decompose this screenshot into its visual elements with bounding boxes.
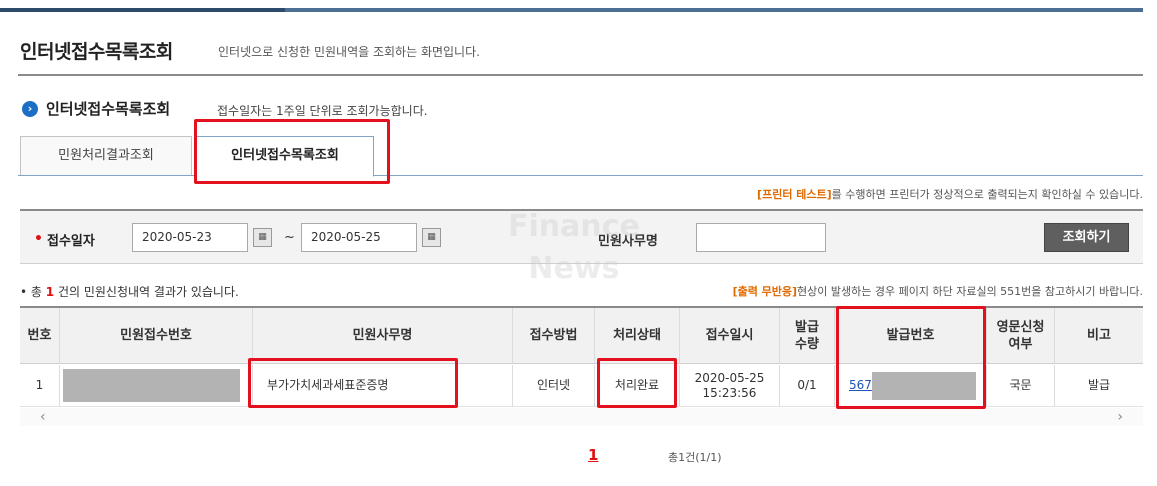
circle-arrow-icon: › [22, 101, 38, 117]
header-datetime: 접수일시 [680, 308, 780, 364]
top-accent-bar [0, 8, 1143, 12]
cell-issue-no: 567 [835, 365, 987, 407]
printer-test-link[interactable]: [프린터 테스트] [757, 188, 832, 201]
result-count-prefix: • 총 [20, 285, 42, 299]
print-issue-text: 현상이 발생하는 경우 페이지 하단 자료실의 551번을 참고하시기 바랍니다… [797, 285, 1143, 298]
tab-result-inquiry[interactable]: 민원처리결과조회 [20, 136, 192, 176]
header-status: 처리상태 [595, 308, 680, 364]
header-no: 번호 [20, 308, 60, 364]
pagination-total: 총1건(1/1) [668, 451, 722, 464]
printer-test-note: [프린터 테스트]를 수행하면 프린터가 정상적으로 출력되는지 확인하실 수 … [757, 186, 1143, 202]
result-table: 번호 민원접수번호 민원사무명 접수방법 처리상태 접수일시 발급 수량 발급번… [20, 306, 1143, 426]
date-range-separator: ~ [284, 230, 295, 245]
section-description: 접수일자는 1주일 단위로 조회가능합니다. [217, 104, 428, 118]
cell-datetime: 2020-05-25 15:23:56 [680, 365, 780, 407]
header-method: 접수방법 [513, 308, 595, 364]
header-service-name: 민원사무명 [253, 308, 513, 364]
date-to-input[interactable]: 2020-05-25 [301, 223, 417, 252]
issue-number-link[interactable]: 567 [849, 378, 872, 393]
cell-service-name: 부가가치세과세표준증명 [253, 365, 513, 407]
redacted-block [63, 369, 240, 402]
cell-status: 처리완료 [595, 365, 680, 407]
header-english-line1: 영문신청 [996, 319, 1045, 335]
cell-no: 1 [20, 365, 60, 407]
cell-time: 15:23:56 [702, 385, 757, 400]
header-receipt-no: 민원접수번호 [60, 308, 253, 364]
scroll-left-icon[interactable]: ‹ [40, 408, 46, 426]
top-accent-bar-dark [0, 8, 285, 12]
header-issue-no: 발급번호 [835, 308, 987, 364]
section-title: 인터넷접수목록조회 [46, 100, 171, 118]
title-divider [18, 74, 1143, 76]
header-english-line2: 여부 [1008, 336, 1033, 352]
result-count: • 총 1 건의 민원신청내역 결과가 있습니다. [20, 283, 239, 300]
cell-language: 국문 [987, 365, 1055, 407]
result-count-suffix: 건의 민원신청내역 결과가 있습니다. [57, 285, 239, 299]
cell-date: 2020-05-25 [694, 370, 765, 385]
page-title: 인터넷접수목록조회 [20, 41, 173, 63]
tab-underline [18, 175, 1143, 176]
print-issue-link[interactable]: [출력 무반응] [733, 285, 797, 298]
calendar-icon[interactable]: ▦ [422, 228, 441, 247]
search-panel: • 접수일자 2020-05-23 ▦ ~ 2020-05-25 ▦ 민원사무명… [20, 209, 1143, 264]
header-english: 영문신청 여부 [987, 308, 1055, 364]
page-description: 인터넷으로 신청한 민원내역을 조회하는 화면입니다. [218, 45, 480, 59]
horizontal-scrollbar[interactable]: ‹ › [20, 408, 1143, 426]
header-quantity-line1: 발급 [795, 319, 819, 335]
redacted-block [872, 372, 976, 400]
service-name-label: 민원사무명 [598, 234, 658, 249]
header-note: 비고 [1055, 308, 1143, 364]
pagination-current[interactable]: 1 [588, 446, 598, 464]
tab-internet-receipt-list[interactable]: 인터넷접수목록조회 [196, 136, 374, 177]
service-name-input[interactable] [696, 223, 826, 252]
cell-method: 인터넷 [513, 365, 595, 407]
cell-quantity: 0/1 [780, 365, 835, 407]
print-issue-note: [출력 무반응]현상이 발생하는 경우 페이지 하단 자료실의 551번을 참고… [733, 283, 1143, 299]
calendar-icon[interactable]: ▦ [253, 228, 272, 247]
header-quantity-line2: 수량 [795, 336, 819, 352]
cell-receipt-no [60, 365, 253, 407]
search-button[interactable]: 조회하기 [1044, 223, 1129, 252]
result-count-number: 1 [45, 285, 55, 299]
printer-test-text: 를 수행하면 프린터가 정상적으로 출력되는지 확인하실 수 있습니다. [831, 188, 1143, 201]
scroll-right-icon[interactable]: › [1117, 408, 1123, 426]
date-label: 접수일자 [47, 234, 95, 249]
required-marker: • [34, 231, 43, 247]
date-from-input[interactable]: 2020-05-23 [132, 223, 248, 252]
cell-note: 발급 [1055, 365, 1143, 407]
header-quantity: 발급 수량 [780, 308, 835, 364]
